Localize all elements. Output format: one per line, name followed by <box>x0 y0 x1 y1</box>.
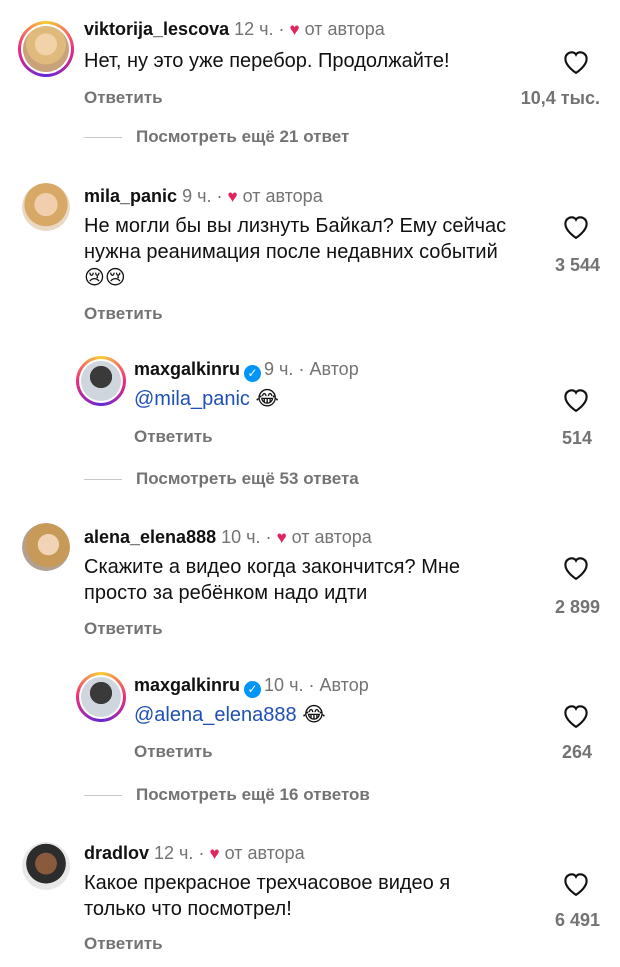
heart-outline-icon[interactable] <box>561 869 591 897</box>
comment: mila_panic 9 ч. · ♥ от автора Не могли б… <box>0 160 620 340</box>
view-more-replies[interactable]: Посмотреть ещё 53 ответа <box>84 469 359 489</box>
reply-button[interactable]: Ответить <box>84 304 163 324</box>
avatar[interactable] <box>22 842 70 890</box>
separator: · <box>308 675 315 695</box>
like-count: 10,4 тыс. <box>520 88 600 108</box>
like-count: 6 491 <box>554 910 600 930</box>
reply-button[interactable]: Ответить <box>84 88 163 108</box>
comment-meta: viktorija_lescova 12 ч. · ♥ от автора <box>84 18 385 41</box>
timestamp: 12 ч. <box>234 19 274 39</box>
comment-text: @alena_elena888 😂 <box>134 702 564 728</box>
author-like-tag: от автора <box>224 843 305 863</box>
avatar[interactable] <box>76 672 126 722</box>
username[interactable]: dradlov <box>84 843 149 863</box>
avatar[interactable] <box>18 21 74 77</box>
view-more-replies[interactable]: Посмотреть ещё 21 ответ <box>84 127 349 147</box>
comment: dradlov 12 ч. · ♥ от автора Какое прекра… <box>0 830 620 967</box>
comment-text: Какое прекрасное трехчасовое видео я тол… <box>84 872 451 920</box>
heart-filled-icon: ♥ <box>209 844 220 863</box>
avatar[interactable] <box>76 356 126 406</box>
separator: · <box>298 359 305 379</box>
timestamp: 9 ч. <box>264 359 294 379</box>
like-count: 514 <box>561 428 592 448</box>
verified-badge-icon: ✓ <box>244 681 262 698</box>
reply-comment: maxgalkinru ✓ 9 ч. · Автор @mila_panic 😂 О… <box>0 340 620 510</box>
heart-outline-icon[interactable] <box>561 47 591 75</box>
timestamp: 10 ч. <box>221 527 261 547</box>
username[interactable]: viktorija_lescova <box>84 19 229 39</box>
comment-text: Скажите а видео когда закончится? Мне пр… <box>84 556 461 604</box>
author-like-tag: от автора <box>242 186 323 206</box>
username[interactable]: alena_elena888 <box>84 527 216 547</box>
separator: · <box>265 527 272 547</box>
heart-filled-icon: ♥ <box>276 528 287 547</box>
reply-button[interactable]: Ответить <box>84 619 163 639</box>
heart-outline-icon[interactable] <box>561 701 591 729</box>
avatar[interactable] <box>22 523 70 571</box>
reply-button[interactable]: Ответить <box>134 742 213 762</box>
view-more-label: Посмотреть ещё 16 ответов <box>136 785 370 804</box>
separator: · <box>216 186 223 206</box>
view-more-replies[interactable]: Посмотреть ещё 16 ответов <box>84 785 370 805</box>
comment: alena_elena888 10 ч. · ♥ от автора Скажи… <box>0 510 620 660</box>
like-count: 2 899 <box>554 597 600 617</box>
author-like-tag: от автора <box>304 19 385 39</box>
username[interactable]: maxgalkinru <box>134 675 240 695</box>
author-like-tag: от автора <box>291 527 372 547</box>
reply-comment: maxgalkinru ✓ 10 ч. · Автор @alena_elena88… <box>0 660 620 830</box>
divider <box>84 479 122 481</box>
mention-link[interactable]: @alena_elena888 <box>134 704 297 726</box>
divider <box>84 137 122 139</box>
comment-meta: alena_elena888 10 ч. · ♥ от автора <box>84 526 372 549</box>
verified-badge-icon: ✓ <box>244 365 262 382</box>
timestamp: 12 ч. <box>154 843 194 863</box>
comment-text: @mila_panic 😂 <box>134 386 564 412</box>
like-count: 264 <box>561 742 592 762</box>
username[interactable]: maxgalkinru <box>134 359 240 379</box>
like-count: 3 544 <box>554 255 600 275</box>
divider <box>84 795 122 797</box>
comment: viktorija_lescova 12 ч. · ♥ от автора Не… <box>0 0 620 160</box>
laughing-emoji: 😂 <box>255 388 279 410</box>
separator: · <box>198 843 205 863</box>
comment-meta: maxgalkinru ✓ 10 ч. · Автор <box>134 674 369 698</box>
heart-outline-icon[interactable] <box>561 553 591 581</box>
heart-outline-icon[interactable] <box>561 385 591 413</box>
comment-meta: maxgalkinru ✓ 9 ч. · Автор <box>134 358 359 382</box>
reply-button[interactable]: Ответить <box>134 427 213 447</box>
heart-outline-icon[interactable] <box>561 212 591 240</box>
timestamp: 10 ч. <box>264 675 304 695</box>
laughing-emoji: 😂 <box>302 704 326 726</box>
heart-filled-icon: ♥ <box>227 187 238 206</box>
comment-text: Не могли бы вы лизнуть Байкал? Ему сейча… <box>84 215 507 289</box>
comment-meta: mila_panic 9 ч. · ♥ от автора <box>84 185 323 208</box>
view-more-label: Посмотреть ещё 53 ответа <box>136 469 359 488</box>
comment-meta: dradlov 12 ч. · ♥ от автора <box>84 842 305 865</box>
timestamp: 9 ч. <box>182 186 212 206</box>
view-more-label: Посмотреть ещё 21 ответ <box>136 127 350 146</box>
heart-filled-icon: ♥ <box>289 20 300 39</box>
mention-link[interactable]: @mila_panic <box>134 388 250 410</box>
reply-button[interactable]: Ответить <box>84 934 163 954</box>
author-tag: Автор <box>319 675 369 695</box>
author-tag: Автор <box>309 359 359 379</box>
comment-text: Нет, ну это уже перебор. Продолжайте! <box>84 50 450 72</box>
username[interactable]: mila_panic <box>84 186 177 206</box>
separator: · <box>278 19 285 39</box>
avatar[interactable] <box>22 183 70 231</box>
